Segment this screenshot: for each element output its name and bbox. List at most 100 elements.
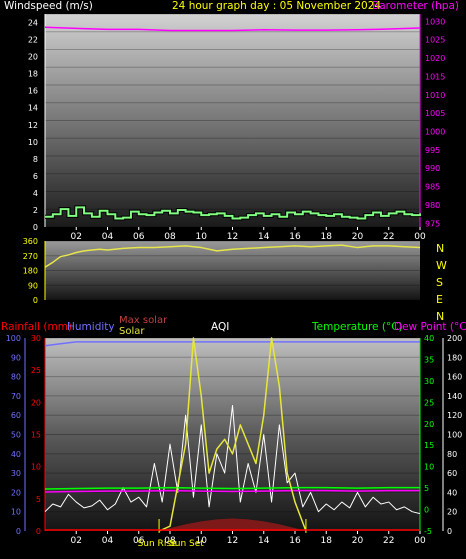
- windspeed-axis-title: Windspeed (m/s): [4, 0, 93, 12]
- barometer-y-tick-label: 1005: [425, 109, 445, 118]
- windspeed-y-tick-label: 14: [28, 104, 38, 113]
- barometer-axis-title: Barometer (hpa): [372, 0, 459, 12]
- max-solar-legend: Max solar: [119, 315, 168, 326]
- wind-x-tick-label: 02: [71, 232, 82, 242]
- rainfall-y-tick-label: 0: [36, 527, 41, 536]
- wind-direction-y-tick-label: 360: [23, 237, 38, 246]
- temperature-y-tick-label: 0: [424, 506, 429, 515]
- humidity-y-tick-label: 70: [11, 392, 21, 401]
- temperature-y-tick-label: 40: [424, 334, 434, 343]
- wind-x-tick-label: 06: [133, 232, 145, 242]
- windspeed-y-tick-label: 12: [28, 121, 38, 130]
- windspeed-y-tick-label: 16: [28, 87, 38, 96]
- solar-y-tick-label: 200: [447, 334, 462, 343]
- temperature-y-tick-label: 10: [424, 463, 434, 472]
- humidity-y-tick-label: 60: [11, 411, 21, 420]
- humidity-y-tick-label: 0: [16, 527, 21, 536]
- wind-x-tick-label: 18: [321, 232, 333, 242]
- barometer-y-tick-label: 985: [425, 183, 440, 192]
- bottom-x-tick-label: 22: [383, 536, 394, 546]
- solar-y-tick-label: 60: [447, 469, 457, 478]
- temperature-y-tick-label: 20: [424, 420, 434, 429]
- rainfall-y-tick-label: 15: [31, 431, 41, 440]
- rainfall-y-tick-label: 25: [31, 366, 41, 375]
- wind-x-tick-label: 00: [414, 232, 426, 242]
- humidity-y-tick-label: 20: [11, 488, 21, 497]
- temperature-y-tick-label: 5: [424, 484, 429, 493]
- rainfall-y-tick-label: 10: [31, 463, 41, 472]
- rainfall-y-tick-label: 20: [31, 398, 41, 407]
- windspeed-y-tick-label: 22: [28, 36, 38, 45]
- wind-x-tick-label: 12: [227, 232, 238, 242]
- humidity-y-tick-label: 40: [11, 450, 21, 459]
- wind-direction-y-tick-label: 270: [23, 252, 38, 261]
- direction-label-w: W: [436, 259, 447, 272]
- barometer-y-tick-label: 1015: [425, 72, 445, 81]
- humidity-y-tick-label: 10: [11, 508, 21, 517]
- windspeed-y-tick-label: 6: [33, 172, 38, 181]
- bottom-x-tick-label: 02: [71, 536, 82, 546]
- solar-y-tick-label: 120: [447, 411, 462, 420]
- windspeed-y-tick-label: 2: [33, 206, 38, 215]
- barometer-y-tick-label: 990: [425, 164, 440, 173]
- barometer-y-tick-label: 1010: [425, 91, 445, 100]
- barometer-y-tick-label: 1025: [425, 36, 445, 45]
- rainfall-y-tick-label: 5: [36, 495, 41, 504]
- direction-label-s: S: [436, 276, 443, 289]
- windspeed-y-tick-label: 20: [28, 53, 38, 62]
- solar-y-tick-label: 140: [447, 392, 462, 401]
- humidity-y-tick-label: 50: [11, 431, 21, 440]
- wind-x-tick-label: 22: [383, 232, 394, 242]
- direction-label-e: E: [436, 293, 443, 306]
- temperature-y-tick-label: -5: [424, 527, 432, 536]
- sunset-label: Sun Set: [169, 539, 204, 549]
- direction-label-n-top: N: [436, 242, 444, 255]
- wind-x-tick-label: 04: [102, 232, 114, 242]
- humidity-y-tick-label: 80: [11, 373, 21, 382]
- barometer-y-tick-label: 980: [425, 201, 440, 210]
- temperature-y-tick-label: 25: [424, 398, 434, 407]
- aqi-legend: AQI: [211, 321, 229, 333]
- weather-graphs: Windspeed (m/s) 24 hour graph day : 05 N…: [1, 0, 466, 549]
- solar-y-tick-label: 80: [447, 450, 457, 459]
- bottom-x-tick-label: 20: [352, 536, 364, 546]
- solar-y-tick-label: 40: [447, 488, 457, 497]
- windspeed-y-tick-label: 8: [33, 155, 38, 164]
- solar-y-tick-label: 0: [447, 527, 452, 536]
- humidity-y-tick-label: 90: [11, 353, 21, 362]
- temperature-y-tick-label: 30: [424, 377, 434, 386]
- humidity-y-tick-label: 30: [11, 469, 21, 478]
- temperature-y-tick-label: 15: [424, 441, 434, 450]
- bottom-x-tick-label: 14: [258, 536, 270, 546]
- windspeed-y-tick-label: 0: [33, 223, 38, 232]
- barometer-y-tick-label: 995: [425, 146, 440, 155]
- solar-y-tick-label: 20: [447, 508, 457, 517]
- bottom-x-tick-label: 00: [414, 536, 426, 546]
- chart-title: 24 hour graph day : 05 November 2024: [172, 0, 381, 12]
- barometer-y-tick-label: 1030: [425, 17, 445, 26]
- bottom-x-tick-label: 18: [321, 536, 333, 546]
- bottom-x-tick-label: 16: [289, 536, 301, 546]
- wind-direction-y-tick-label: 90: [28, 281, 38, 290]
- solar-legend: Solar: [119, 326, 145, 337]
- solar-y-tick-label: 100: [447, 431, 462, 440]
- windspeed-y-tick-label: 10: [28, 138, 38, 147]
- wind-x-tick-label: 16: [289, 232, 301, 242]
- wind-x-tick-label: 08: [164, 232, 176, 242]
- humidity-y-tick-label: 100: [6, 334, 21, 343]
- dew-point-axis-title: Dew Point (°C): [394, 321, 466, 333]
- wind-direction-y-tick-label: 0: [33, 296, 38, 305]
- solar-y-tick-label: 180: [447, 353, 462, 362]
- temperature-axis-title: Temperature (°C): [311, 321, 403, 333]
- rainfall-axis-title: Rainfall (mm): [1, 321, 72, 333]
- solar-y-tick-label: 160: [447, 373, 462, 382]
- temperature-y-tick-label: 35: [424, 355, 434, 364]
- windspeed-y-tick-label: 4: [33, 189, 38, 198]
- wind-x-tick-label: 10: [196, 232, 208, 242]
- windspeed-y-tick-label: 18: [28, 70, 38, 79]
- wind-x-tick-label: 14: [258, 232, 270, 242]
- wind-direction-y-tick-label: 180: [23, 267, 38, 276]
- bottom-x-tick-label: 12: [227, 536, 238, 546]
- humidity-axis-title: Humidity: [67, 321, 115, 333]
- rainfall-y-tick-label: 30: [31, 334, 41, 343]
